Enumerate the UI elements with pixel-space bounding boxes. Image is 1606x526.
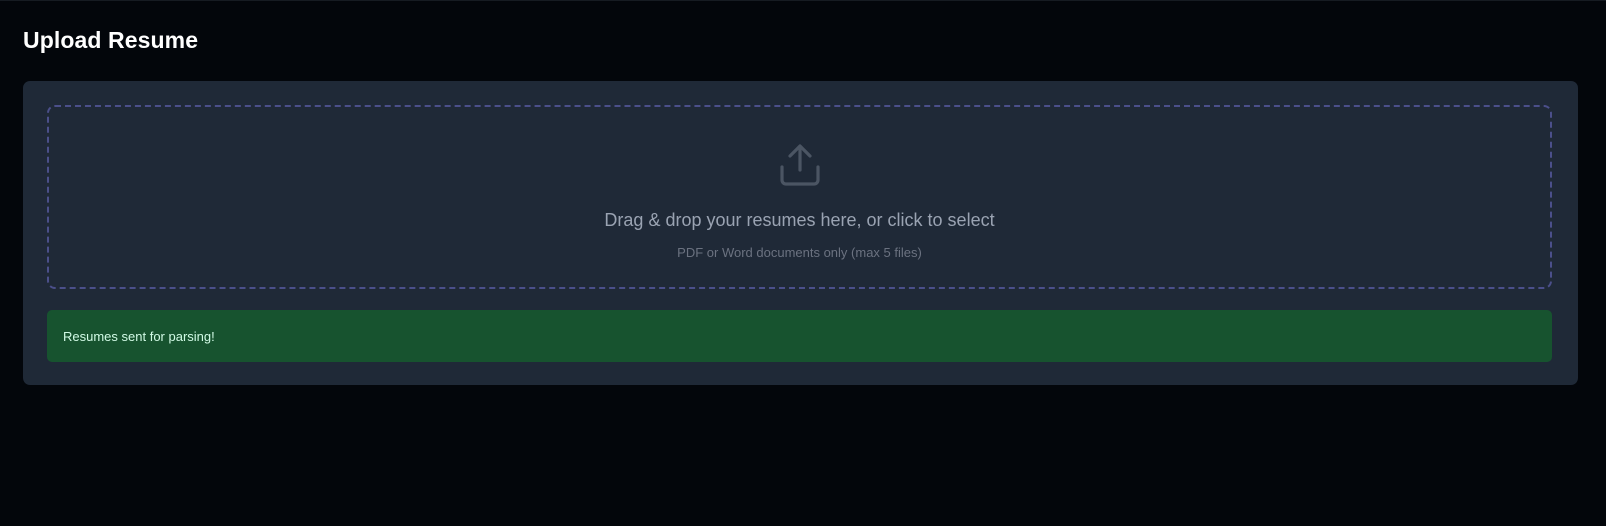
upload-card: Drag & drop your resumes here, or click …	[23, 81, 1578, 385]
top-divider	[0, 0, 1606, 1]
page-title: Upload Resume	[23, 27, 199, 53]
success-alert: Resumes sent for parsing!	[47, 310, 1552, 362]
page: Upload Resume Drag & drop your resumes h…	[0, 0, 1606, 526]
dropzone-subtitle: PDF or Word documents only (max 5 files)	[677, 245, 922, 260]
dropzone-title: Drag & drop your resumes here, or click …	[604, 210, 995, 230]
resume-dropzone[interactable]: Drag & drop your resumes here, or click …	[47, 105, 1552, 289]
upload-icon	[778, 143, 822, 187]
success-alert-message: Resumes sent for parsing!	[63, 328, 215, 344]
